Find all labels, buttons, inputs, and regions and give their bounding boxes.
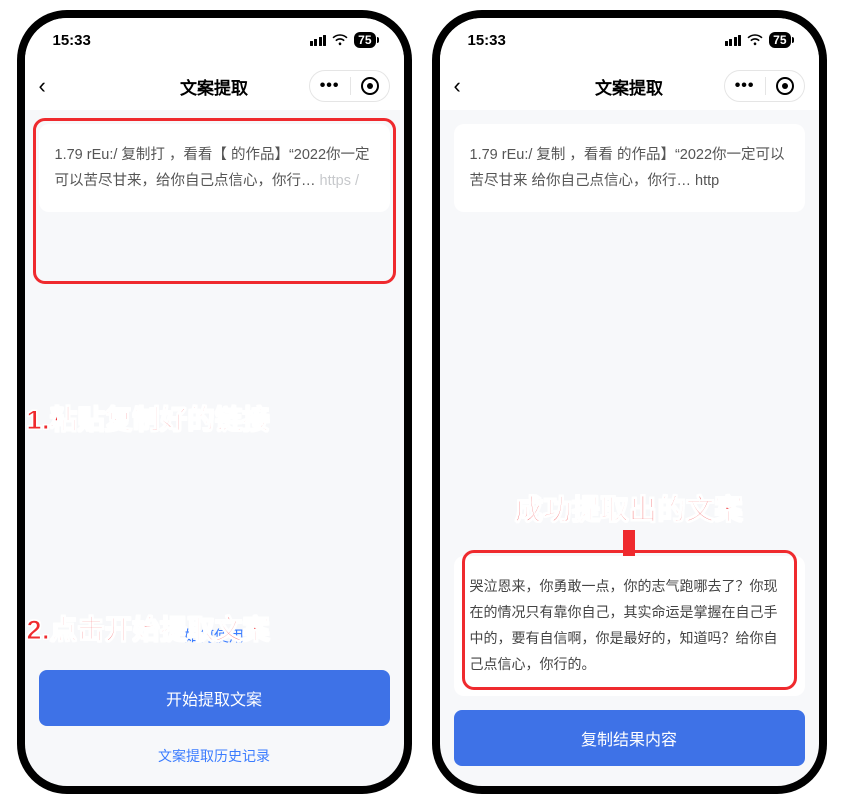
status-time: 15:33 [468, 32, 506, 49]
content-right: 1.79 rEu:/ 复制 ，看看 的作品】“2022你一定可以苦尽甘来 给你自… [440, 110, 819, 786]
screen-right: 15:33 75 ‹ 文案提取 ••• 1.79 rEu:/ 复制 ，看看 [440, 18, 819, 786]
signal-icon [310, 35, 327, 46]
battery-icon: 75 [769, 32, 790, 48]
annotation-step-1: 1.粘贴复制好的链接 [27, 398, 271, 437]
page-title: 文案提取 [440, 74, 819, 99]
status-bar: 15:33 75 [25, 18, 404, 62]
screen-left: 15:33 75 ‹ 文案提取 ••• 1.79 rEu:/ 复制打 ，看看【 [25, 18, 404, 786]
copy-result-button[interactable]: 复制结果内容 [454, 710, 805, 766]
nav-bar: ‹ 文案提取 ••• [25, 62, 404, 110]
page-title: 文案提取 [25, 74, 404, 99]
wifi-icon [747, 34, 763, 46]
status-icons: 75 [310, 32, 376, 48]
annotation-highlight-input [33, 118, 396, 284]
start-extract-button[interactable]: 开始提取文案 [39, 670, 390, 726]
status-bar: 15:33 75 [440, 18, 819, 62]
wifi-icon [332, 34, 348, 46]
status-time: 15:33 [53, 32, 91, 49]
input-text: 1.79 rEu:/ 复制 ，看看 的作品】“2022你一定可以苦尽甘来 给你自… [470, 147, 785, 189]
phone-left: 15:33 75 ‹ 文案提取 ••• 1.79 rEu:/ 复制打 ，看看【 [17, 10, 412, 794]
history-link[interactable]: 文案提取历史记录 [39, 732, 390, 772]
signal-icon [725, 35, 742, 46]
annotation-success: 成功提取出的文案 [515, 488, 743, 528]
phone-right: 15:33 75 ‹ 文案提取 ••• 1.79 rEu:/ 复制 ，看看 [432, 10, 827, 794]
status-icons: 75 [725, 32, 791, 48]
annotation-step-2: 2.点击开始提取文案 [27, 608, 271, 647]
battery-icon: 75 [354, 32, 375, 48]
link-input-card[interactable]: 1.79 rEu:/ 复制 ，看看 的作品】“2022你一定可以苦尽甘来 给你自… [454, 124, 805, 212]
annotation-highlight-result [462, 550, 797, 690]
nav-bar: ‹ 文案提取 ••• [440, 62, 819, 110]
content-left: 1.79 rEu:/ 复制打 ，看看【 的作品】“2022你一定可以苦尽甘来，给… [25, 110, 404, 786]
